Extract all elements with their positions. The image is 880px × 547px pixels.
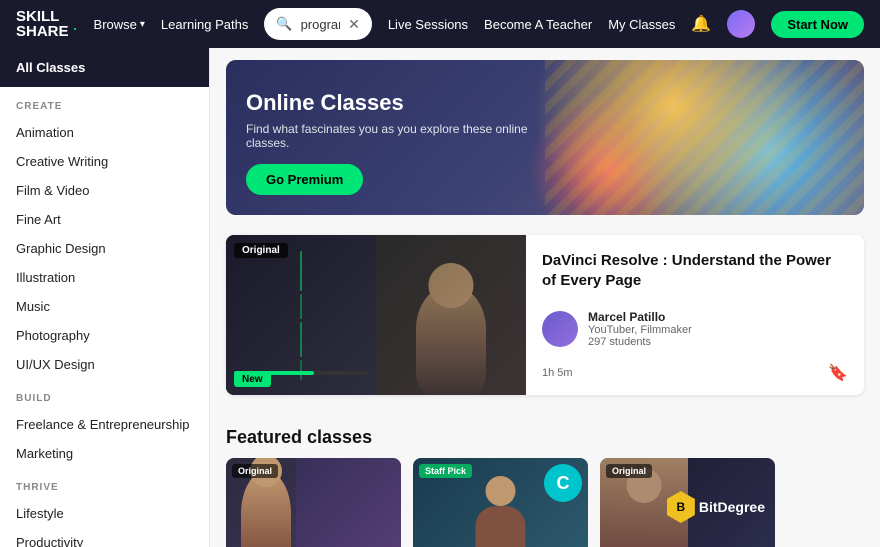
sidebar-item-music[interactable]: Music (0, 292, 209, 321)
bitdegree-text: BitDegree (699, 499, 765, 515)
learning-paths-link[interactable]: Learning Paths (161, 17, 248, 32)
instructor-avatar (542, 311, 578, 347)
banner-text: Online Classes Find what fascinates you … (246, 90, 546, 195)
content-area: Online Classes Find what fascinates you … (210, 48, 880, 547)
live-sessions-link[interactable]: Live Sessions (388, 17, 468, 32)
banner-title: Online Classes (246, 90, 546, 116)
timeline-bar (300, 294, 302, 319)
featured-classes-section: Featured classes Original (210, 423, 880, 547)
banner-subtitle: Find what fascinates you as you explore … (246, 122, 546, 150)
avatar[interactable] (727, 10, 755, 38)
badge-new: New (234, 372, 271, 387)
bitdegree-logo: B BitDegree (667, 491, 765, 523)
class-meta: 1h 5m 🔖 (542, 363, 848, 383)
sidebar-all-classes[interactable]: All Classes (0, 48, 209, 87)
header-links: Live Sessions Become A Teacher My Classe… (388, 10, 864, 38)
avatar-image (727, 10, 755, 38)
person-head-2 (486, 476, 516, 506)
card-badge-staff: Staff Pick (419, 464, 472, 478)
instructor-name: Marcel Patillo (588, 310, 692, 324)
bookmark-icon[interactable]: 🔖 (828, 363, 848, 383)
card-person (241, 471, 291, 547)
instructor-details: Marcel Patillo YouTuber, Filmmaker 297 s… (588, 310, 692, 348)
main-layout: All Classes CREATE Animation Creative Wr… (0, 48, 880, 547)
instructor-row: Marcel Patillo YouTuber, Filmmaker 297 s… (542, 310, 848, 348)
sidebar-item-graphic-design[interactable]: Graphic Design (0, 234, 209, 263)
badge-original: Original (234, 243, 288, 258)
featured-class-section: Original New DaVinci Resolve : Understan… (210, 227, 880, 423)
featured-card-2[interactable]: C Staff Pick (413, 458, 588, 547)
browse-label: Browse (94, 17, 137, 32)
sidebar-section-create: CREATE (0, 87, 209, 118)
sidebar-item-fine-art[interactable]: Fine Art (0, 205, 209, 234)
card-badge-original: Original (232, 464, 278, 478)
my-classes-link[interactable]: My Classes (608, 17, 675, 32)
sidebar-item-marketing[interactable]: Marketing (0, 439, 209, 468)
thumb-left (226, 235, 376, 395)
header: SKILLSHARE . Browse ▾ Learning Paths 🔍 ✕… (0, 0, 880, 48)
featured-cards-list: Original C Staff Pick (210, 458, 880, 547)
student-count: 297 students (588, 336, 692, 348)
sidebar: All Classes CREATE Animation Creative Wr… (0, 48, 210, 547)
sidebar-item-uiux[interactable]: UI/UX Design (0, 350, 209, 379)
sidebar-item-illustration[interactable]: Illustration (0, 263, 209, 292)
bd-b-letter: B (677, 500, 686, 514)
sidebar-section-build: BUILD (0, 379, 209, 410)
sidebar-section-thrive: THRIVE (0, 468, 209, 499)
sidebar-item-photography[interactable]: Photography (0, 321, 209, 350)
featured-card-3[interactable]: B BitDegree Original (600, 458, 775, 547)
person-image (416, 285, 486, 395)
sidebar-item-productivity[interactable]: Productivity (0, 528, 209, 547)
chevron-down-icon: ▾ (140, 19, 145, 30)
featured-card-1[interactable]: Original (226, 458, 401, 547)
instructor-role: YouTuber, Filmmaker (588, 324, 692, 336)
search-bar: 🔍 ✕ (264, 8, 371, 40)
go-premium-button[interactable]: Go Premium (246, 164, 363, 195)
logo-dot: . (73, 14, 78, 35)
banner: Online Classes Find what fascinates you … (226, 60, 864, 215)
class-thumbnail: Original New (226, 235, 526, 395)
sidebar-item-lifestyle[interactable]: Lifestyle (0, 499, 209, 528)
thumb-right (376, 235, 526, 395)
timeline-bar (300, 251, 302, 291)
start-now-button[interactable]: Start Now (771, 11, 864, 38)
close-icon[interactable]: ✕ (348, 16, 360, 33)
browse-button[interactable]: Browse ▾ (94, 17, 145, 32)
timeline-visual (300, 251, 302, 380)
become-teacher-link[interactable]: Become A Teacher (484, 17, 592, 32)
class-duration: 1h 5m (542, 367, 573, 379)
canva-logo: C (544, 464, 582, 502)
timeline-bar (300, 360, 302, 380)
class-info: DaVinci Resolve : Understand the Power o… (526, 235, 864, 395)
search-icon: 🔍 (276, 16, 292, 32)
bell-icon[interactable]: 🔔 (691, 14, 711, 34)
card-overlay (296, 458, 401, 547)
card-person-2 (473, 476, 528, 547)
timeline-bar (300, 322, 302, 357)
person-body-2 (476, 506, 526, 547)
search-input[interactable] (301, 17, 341, 32)
person-head (429, 263, 474, 308)
sidebar-item-freelance[interactable]: Freelance & Entrepreneurship (0, 410, 209, 439)
logo[interactable]: SKILLSHARE . (16, 9, 78, 39)
sidebar-item-creative-writing[interactable]: Creative Writing (0, 147, 209, 176)
sidebar-item-film-video[interactable]: Film & Video (0, 176, 209, 205)
card-badge-original-2: Original (606, 464, 652, 478)
banner-decoration (545, 60, 864, 215)
featured-section-label: Featured classes (210, 423, 880, 458)
class-title: DaVinci Resolve : Understand the Power o… (542, 251, 848, 290)
bd-shield-icon: B (667, 491, 695, 523)
sidebar-item-animation[interactable]: Animation (0, 118, 209, 147)
class-card[interactable]: Original New DaVinci Resolve : Understan… (226, 235, 864, 395)
logo-text: SKILLSHARE (16, 9, 69, 39)
